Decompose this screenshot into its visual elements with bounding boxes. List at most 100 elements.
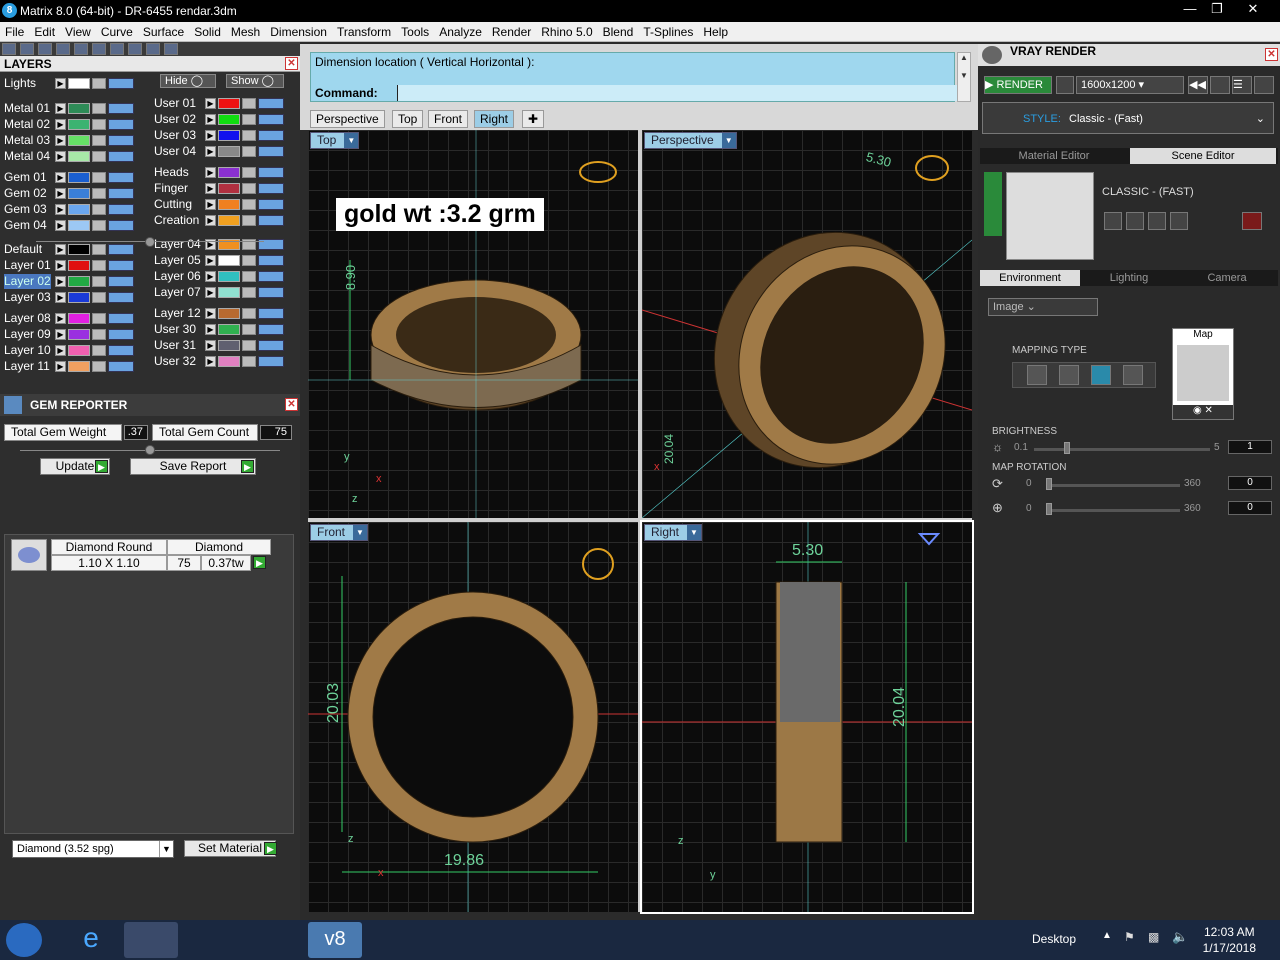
layer-row-heads[interactable]: Heads ▶ xyxy=(150,165,290,180)
lock-icon[interactable] xyxy=(92,220,106,231)
layer-color-swatch[interactable] xyxy=(68,151,90,162)
rotation-slider-2-knob[interactable] xyxy=(1046,503,1052,515)
tab-top[interactable]: Top xyxy=(392,110,424,128)
lock-icon[interactable] xyxy=(242,114,256,125)
layer-row-lights[interactable]: Lights ▶ xyxy=(0,76,140,91)
tab-lighting[interactable]: Lighting xyxy=(1080,270,1178,286)
menu-tsplines[interactable]: T-Splines xyxy=(638,22,698,39)
brightness-slider[interactable] xyxy=(1034,448,1210,451)
visibility-toggle[interactable] xyxy=(258,356,284,367)
expand-arrow-icon[interactable]: ▶ xyxy=(205,98,216,109)
menu-file[interactable]: File xyxy=(0,22,29,39)
menu-view[interactable]: View xyxy=(60,22,96,39)
layer-row-layer-09[interactable]: Layer 09 ▶ xyxy=(0,327,140,342)
layer-color-swatch[interactable] xyxy=(218,215,240,226)
menu-edit[interactable]: Edit xyxy=(29,22,60,39)
layer-row-layer-08[interactable]: Layer 08 ▶ xyxy=(0,311,140,326)
expand-arrow-icon[interactable]: ▶ xyxy=(55,188,66,199)
tool-icon[interactable] xyxy=(38,43,52,55)
layer-row-default[interactable]: Default ▶ xyxy=(0,242,140,257)
layer-row-layer-05[interactable]: Layer 05 ▶ xyxy=(150,253,290,268)
close-icon[interactable]: ✕ xyxy=(1238,0,1268,20)
visibility-toggle[interactable] xyxy=(108,78,134,89)
lock-icon[interactable] xyxy=(92,78,106,89)
play-icon[interactable]: ▶ xyxy=(241,460,254,473)
expand-arrow-icon[interactable]: ▶ xyxy=(55,345,66,356)
export-icon[interactable] xyxy=(1170,212,1188,230)
play-icon[interactable]: ▶ xyxy=(95,460,108,473)
visibility-toggle[interactable] xyxy=(108,119,134,130)
layer-color-swatch[interactable] xyxy=(68,103,90,114)
menu-analyze[interactable]: Analyze xyxy=(434,22,487,39)
lock-icon[interactable] xyxy=(92,119,106,130)
visibility-toggle[interactable] xyxy=(258,114,284,125)
viewport-top[interactable]: z y x 8.90 Top ▼ gold wt :3.2 grm xyxy=(308,130,638,518)
tool-icon[interactable] xyxy=(146,43,160,55)
lock-icon[interactable] xyxy=(92,345,106,356)
expand-arrow-icon[interactable]: ▶ xyxy=(55,135,66,146)
layer-color-swatch[interactable] xyxy=(68,313,90,324)
layer-row-layer-12[interactable]: Layer 12 ▶ xyxy=(150,306,290,321)
expand-arrow-icon[interactable]: ▶ xyxy=(205,271,216,282)
layer-color-swatch[interactable] xyxy=(218,255,240,266)
layer-color-swatch[interactable] xyxy=(68,361,90,372)
visibility-toggle[interactable] xyxy=(258,215,284,226)
layer-color-swatch[interactable] xyxy=(68,260,90,271)
expand-arrow-icon[interactable]: ▶ xyxy=(205,130,216,141)
layer-color-swatch[interactable] xyxy=(68,119,90,130)
tool-icon[interactable] xyxy=(20,43,34,55)
layer-row-layer-11[interactable]: Layer 11 ▶ xyxy=(0,359,140,374)
layer-row-user-32[interactable]: User 32 ▶ xyxy=(150,354,290,369)
layer-color-swatch[interactable] xyxy=(218,114,240,125)
save-icon[interactable] xyxy=(1104,212,1122,230)
command-input[interactable] xyxy=(397,85,963,101)
expand-arrow-icon[interactable]: ▶ xyxy=(205,356,216,367)
layer-row-layer-02[interactable]: Layer 02 ▶ xyxy=(0,274,140,289)
visibility-toggle[interactable] xyxy=(258,308,284,319)
expand-arrow-icon[interactable]: ▶ xyxy=(205,167,216,178)
layer-color-swatch[interactable] xyxy=(218,271,240,282)
expand-arrow-icon[interactable]: ▶ xyxy=(205,287,216,298)
expand-arrow-icon[interactable]: ▶ xyxy=(205,324,216,335)
layer-row-layer-10[interactable]: Layer 10 ▶ xyxy=(0,343,140,358)
hide-button[interactable]: Hide ◯ xyxy=(160,74,216,88)
layer-color-swatch[interactable] xyxy=(68,204,90,215)
planar-map-icon[interactable] xyxy=(1027,365,1047,385)
close-icon[interactable]: ✕ xyxy=(285,57,298,70)
expand-arrow-icon[interactable]: ▶ xyxy=(205,308,216,319)
material-select[interactable]: Diamond (3.52 spg) ▼ xyxy=(12,840,174,858)
expand-arrow-icon[interactable]: ▶ xyxy=(55,292,66,303)
command-scrollbar[interactable]: ▲ ▼ xyxy=(957,52,971,102)
menu-blend[interactable]: Blend xyxy=(598,22,639,39)
layer-color-swatch[interactable] xyxy=(218,287,240,298)
layer-color-swatch[interactable] xyxy=(218,98,240,109)
layer-row-finger[interactable]: Finger ▶ xyxy=(150,181,290,196)
layer-row-user-02[interactable]: User 02 ▶ xyxy=(150,112,290,127)
lock-icon[interactable] xyxy=(242,215,256,226)
visibility-toggle[interactable] xyxy=(108,292,134,303)
menu-tools[interactable]: Tools xyxy=(396,22,434,39)
layer-row-user-04[interactable]: User 04 ▶ xyxy=(150,144,290,159)
lock-icon[interactable] xyxy=(242,340,256,351)
expand-arrow-icon[interactable]: ▶ xyxy=(55,313,66,324)
lock-icon[interactable] xyxy=(92,188,106,199)
visibility-toggle[interactable] xyxy=(258,287,284,298)
style-select[interactable]: STYLE: Classic - (Fast) ⌄ xyxy=(982,102,1274,134)
menu-render[interactable]: Render xyxy=(487,22,536,39)
grid-icon[interactable] xyxy=(1254,76,1274,94)
lock-icon[interactable] xyxy=(242,271,256,282)
layer-color-swatch[interactable] xyxy=(218,146,240,157)
layer-color-swatch[interactable] xyxy=(68,220,90,231)
layer-row-layer-04[interactable]: Layer 04 ▶ xyxy=(150,237,290,252)
lock-icon[interactable] xyxy=(242,183,256,194)
lock-icon[interactable] xyxy=(92,276,106,287)
visibility-toggle[interactable] xyxy=(258,324,284,335)
layer-color-swatch[interactable] xyxy=(218,356,240,367)
close-icon[interactable]: ✕ xyxy=(285,398,298,411)
viewport-label-top[interactable]: Top ▼ xyxy=(310,132,360,149)
visibility-toggle[interactable] xyxy=(258,271,284,282)
lock-icon[interactable] xyxy=(92,172,106,183)
camera-icon[interactable] xyxy=(1056,76,1074,94)
visibility-toggle[interactable] xyxy=(258,340,284,351)
tab-right[interactable]: Right xyxy=(474,110,515,128)
